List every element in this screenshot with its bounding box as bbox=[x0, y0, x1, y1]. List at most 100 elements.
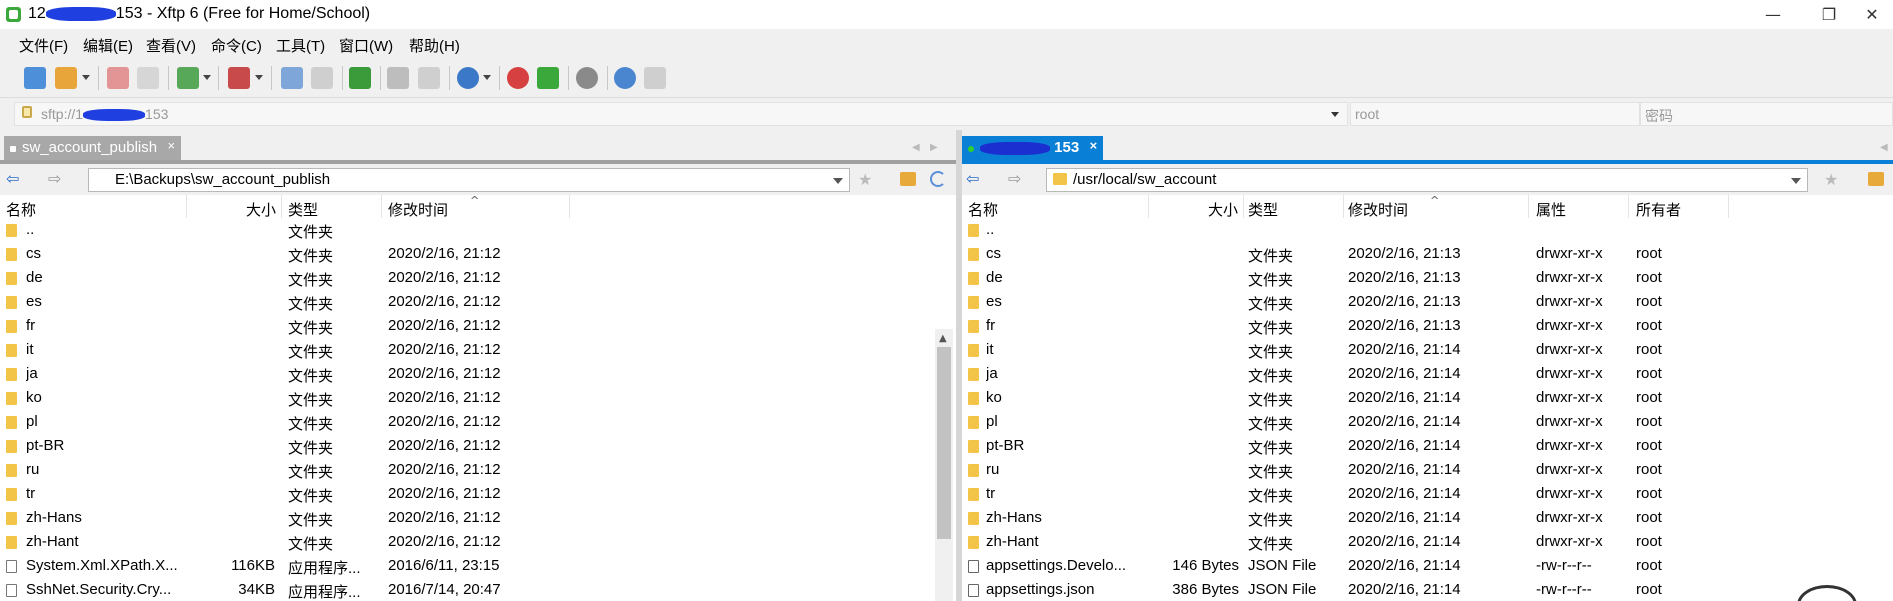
menu-command[interactable]: 命令(C) bbox=[211, 35, 262, 56]
bookmark-star-icon[interactable]: ★ bbox=[858, 170, 872, 189]
tab-scroll-left-icon[interactable]: ◀ bbox=[1880, 142, 1888, 153]
table-row[interactable]: pt-BR 文件夹 2020/2/16, 21:14 drwxr-xr-x root bbox=[962, 434, 1893, 458]
table-row[interactable]: SshNet.Security.Cry... 34KB 应用程序... 2016/7/… bbox=[0, 578, 956, 601]
message-icon[interactable] bbox=[644, 67, 666, 89]
path-dropdown-icon[interactable] bbox=[1791, 178, 1801, 184]
cell-attr: drwxr-xr-x bbox=[1536, 293, 1603, 310]
back-arrow-icon[interactable]: ⇦ bbox=[966, 169, 979, 188]
table-row[interactable]: zh-Hant 文件夹 2020/2/16, 21:14 drwxr-xr-x root bbox=[962, 530, 1893, 554]
table-row[interactable]: .. bbox=[962, 218, 1893, 242]
table-row[interactable]: cs 文件夹 2020/2/16, 21:13 drwxr-xr-x root bbox=[962, 242, 1893, 266]
table-row[interactable]: tr 文件夹 2020/2/16, 21:12 bbox=[0, 482, 956, 506]
new-window-icon[interactable] bbox=[177, 67, 199, 89]
menu-view[interactable]: 查看(V) bbox=[146, 35, 196, 56]
table-row[interactable]: .. 文件夹 bbox=[0, 218, 956, 242]
password-input[interactable]: 密码 bbox=[1640, 102, 1893, 126]
tab-local[interactable]: sw_account_publish × bbox=[4, 136, 182, 160]
col-size[interactable]: 大小 bbox=[1208, 199, 1238, 220]
username-input[interactable]: root bbox=[1350, 102, 1640, 126]
col-owner[interactable]: 所有者 bbox=[1636, 199, 1681, 220]
scroll-up-icon[interactable]: ▲ bbox=[939, 333, 947, 344]
forward-arrow-icon[interactable]: ⇨ bbox=[48, 169, 61, 188]
col-size[interactable]: 大小 bbox=[246, 199, 276, 220]
table-row[interactable]: cs 文件夹 2020/2/16, 21:12 bbox=[0, 242, 956, 266]
col-type[interactable]: 类型 bbox=[288, 199, 318, 220]
table-row[interactable]: ja 文件夹 2020/2/16, 21:14 drwxr-xr-x root bbox=[962, 362, 1893, 386]
table-row[interactable]: es 文件夹 2020/2/16, 21:13 drwxr-xr-x root bbox=[962, 290, 1893, 314]
table-row[interactable]: pl 文件夹 2020/2/16, 21:12 bbox=[0, 410, 956, 434]
home-folder-icon[interactable] bbox=[900, 172, 916, 186]
table-row[interactable]: pt-BR 文件夹 2020/2/16, 21:12 bbox=[0, 434, 956, 458]
cell-type: 文件夹 bbox=[288, 320, 334, 337]
table-row[interactable]: appsettings.json 386 Bytes JSON File 2020/2… bbox=[962, 578, 1893, 601]
table-row[interactable]: de 文件夹 2020/2/16, 21:12 bbox=[0, 266, 956, 290]
maximize-button[interactable]: ❐ bbox=[1801, 0, 1857, 29]
menu-window[interactable]: 窗口(W) bbox=[339, 35, 393, 56]
sync-icon[interactable] bbox=[349, 67, 371, 89]
col-name[interactable]: 名称 bbox=[6, 199, 36, 220]
table-row[interactable]: fr 文件夹 2020/2/16, 21:12 bbox=[0, 314, 956, 338]
local-scrollbar[interactable] bbox=[935, 329, 953, 601]
scroll-thumb[interactable] bbox=[937, 347, 951, 539]
connect-icon[interactable] bbox=[107, 67, 129, 89]
tab-scroll-right-icon[interactable]: ▶ bbox=[930, 142, 938, 153]
table-row[interactable]: it 文件夹 2020/2/16, 21:14 drwxr-xr-x root bbox=[962, 338, 1893, 362]
cell-modified: 2020/2/16, 21:14 bbox=[1348, 533, 1461, 550]
host-address-input[interactable]: sftp://1 153 bbox=[14, 102, 1348, 126]
xshell-icon[interactable] bbox=[507, 67, 529, 89]
forward-arrow-icon[interactable]: ⇨ bbox=[1008, 169, 1021, 188]
refresh-icon[interactable] bbox=[930, 171, 946, 187]
table-row[interactable]: System.Xml.XPath.X... 116KB 应用程序... 2016/6/… bbox=[0, 554, 956, 578]
cell-name: .. bbox=[986, 221, 995, 238]
download-icon[interactable] bbox=[311, 67, 333, 89]
address-dropdown-icon[interactable] bbox=[1331, 112, 1339, 117]
table-row[interactable]: ko 文件夹 2020/2/16, 21:14 drwxr-xr-x root bbox=[962, 386, 1893, 410]
table-row[interactable]: tr 文件夹 2020/2/16, 21:14 drwxr-xr-x root bbox=[962, 482, 1893, 506]
copy-icon[interactable] bbox=[387, 67, 409, 89]
close-tab-icon[interactable]: × bbox=[1090, 138, 1098, 153]
open-folder-icon[interactable] bbox=[55, 67, 77, 89]
back-arrow-icon[interactable]: ⇦ bbox=[6, 169, 19, 188]
menu-tools[interactable]: 工具(T) bbox=[276, 35, 325, 56]
table-row[interactable]: ru 文件夹 2020/2/16, 21:14 drwxr-xr-x root bbox=[962, 458, 1893, 482]
table-row[interactable]: zh-Hant 文件夹 2020/2/16, 21:12 bbox=[0, 530, 956, 554]
minimize-button[interactable]: — bbox=[1745, 0, 1801, 29]
table-row[interactable]: zh-Hans 文件夹 2020/2/16, 21:14 drwxr-xr-x root bbox=[962, 506, 1893, 530]
col-modified[interactable]: 修改时间 bbox=[1348, 199, 1408, 220]
close-tab-icon[interactable]: × bbox=[168, 138, 176, 153]
table-row[interactable]: zh-Hans 文件夹 2020/2/16, 21:12 bbox=[0, 506, 956, 530]
tab-remote[interactable]: 153 × bbox=[962, 136, 1104, 160]
table-row[interactable]: appsettings.Develo... 146 Bytes JSON File 2… bbox=[962, 554, 1893, 578]
menu-edit[interactable]: 编辑(E) bbox=[83, 35, 133, 56]
col-type[interactable]: 类型 bbox=[1248, 199, 1278, 220]
paste-icon[interactable] bbox=[418, 67, 440, 89]
menu-file[interactable]: 文件(F) bbox=[19, 35, 68, 56]
globe-icon[interactable] bbox=[457, 67, 479, 89]
col-name[interactable]: 名称 bbox=[968, 199, 998, 220]
local-path-input[interactable]: E:\Backups\sw_account_publish bbox=[88, 168, 850, 192]
table-row[interactable]: fr 文件夹 2020/2/16, 21:13 drwxr-xr-x root bbox=[962, 314, 1893, 338]
bookmark-star-icon[interactable]: ★ bbox=[1824, 170, 1838, 189]
disconnect-icon[interactable] bbox=[137, 67, 159, 89]
settings-icon[interactable] bbox=[576, 67, 598, 89]
xftp-icon[interactable] bbox=[537, 67, 559, 89]
help-icon[interactable] bbox=[614, 67, 636, 89]
col-modified[interactable]: 修改时间 bbox=[388, 199, 448, 220]
table-row[interactable]: ru 文件夹 2020/2/16, 21:12 bbox=[0, 458, 956, 482]
upload-icon[interactable] bbox=[281, 67, 303, 89]
col-attributes[interactable]: 属性 bbox=[1536, 199, 1566, 220]
new-session-icon[interactable] bbox=[24, 67, 46, 89]
table-row[interactable]: es 文件夹 2020/2/16, 21:12 bbox=[0, 290, 956, 314]
table-row[interactable]: it 文件夹 2020/2/16, 21:12 bbox=[0, 338, 956, 362]
home-folder-icon[interactable] bbox=[1868, 172, 1884, 186]
table-row[interactable]: ko 文件夹 2020/2/16, 21:12 bbox=[0, 386, 956, 410]
close-button[interactable]: ✕ bbox=[1851, 0, 1893, 29]
media-icon[interactable] bbox=[228, 67, 250, 89]
tab-scroll-left-icon[interactable]: ◀ bbox=[912, 142, 920, 153]
menu-help[interactable]: 帮助(H) bbox=[409, 35, 460, 56]
path-dropdown-icon[interactable] bbox=[833, 178, 843, 184]
table-row[interactable]: pl 文件夹 2020/2/16, 21:14 drwxr-xr-x root bbox=[962, 410, 1893, 434]
table-row[interactable]: de 文件夹 2020/2/16, 21:13 drwxr-xr-x root bbox=[962, 266, 1893, 290]
remote-path-input[interactable]: /usr/local/sw_account bbox=[1046, 168, 1808, 192]
table-row[interactable]: ja 文件夹 2020/2/16, 21:12 bbox=[0, 362, 956, 386]
